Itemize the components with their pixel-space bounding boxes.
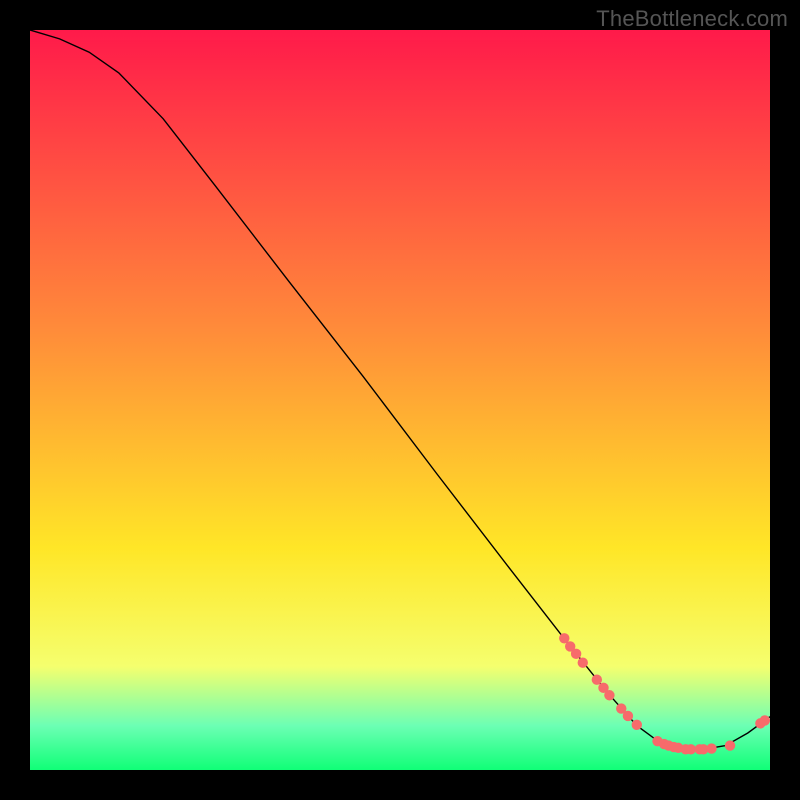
data-point — [706, 743, 716, 753]
data-point — [604, 690, 614, 700]
data-point — [725, 740, 735, 750]
gradient-background — [30, 30, 770, 770]
data-point — [760, 715, 770, 725]
data-point — [578, 658, 588, 668]
data-point — [632, 720, 642, 730]
data-point — [623, 711, 633, 721]
data-point — [592, 675, 602, 685]
chart-container: TheBottleneck.com — [0, 0, 800, 800]
watermark-text: TheBottleneck.com — [596, 6, 788, 32]
data-point — [686, 744, 696, 754]
data-point — [571, 649, 581, 659]
plot-frame — [30, 30, 770, 770]
chart-svg — [30, 30, 770, 770]
